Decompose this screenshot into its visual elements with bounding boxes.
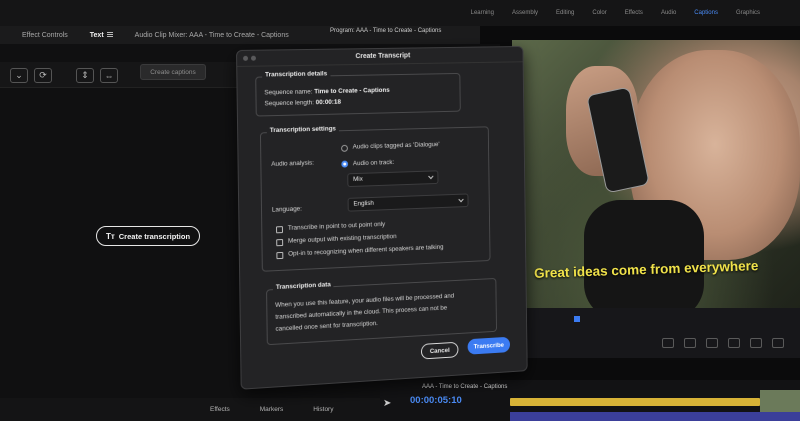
checkbox-merge[interactable] <box>276 239 283 246</box>
check-merge-label[interactable]: Merge output with existing transcription <box>288 233 397 245</box>
workspace-color[interactable]: Color <box>592 10 606 16</box>
checkbox-in-out[interactable] <box>276 226 283 233</box>
monitor-playhead-marker[interactable] <box>574 316 580 322</box>
mark-out-icon[interactable] <box>684 338 696 348</box>
video-glove <box>584 200 704 308</box>
workspace-editing[interactable]: Editing <box>556 10 574 16</box>
panel-menu-icon[interactable] <box>107 32 113 37</box>
dialog-titlebar: Create Transcript <box>237 47 523 67</box>
close-window-icon[interactable] <box>243 56 248 61</box>
step-forward-icon[interactable] <box>750 338 762 348</box>
radio-dialogue[interactable] <box>341 145 348 152</box>
cancel-button[interactable]: Cancel <box>421 342 459 360</box>
option-track-label[interactable]: Audio on track: <box>353 159 394 167</box>
data-group: Transcription data When you use this fea… <box>266 278 497 345</box>
create-transcription-label: Create transcription <box>119 232 190 241</box>
sequence-length-label: Sequence length: <box>264 99 314 107</box>
sequence-length-row: Sequence length: 00:00:18 <box>264 99 341 108</box>
language-select-value: English <box>353 200 373 208</box>
settings-group: Transcription settings Audio analysis: A… <box>260 126 491 271</box>
workspace-effects[interactable]: Effects <box>625 10 643 16</box>
sequence-name-value: Time to Create - Captions <box>314 87 390 95</box>
create-transcript-dialog: Create Transcript Transcription details … <box>236 46 528 390</box>
clip-thumbnail[interactable] <box>760 390 800 412</box>
workspace-captions[interactable]: Captions <box>694 10 718 16</box>
checkbox-speakers[interactable] <box>276 252 283 259</box>
workspace-assembly[interactable]: Assembly <box>512 10 538 16</box>
chevron-down-icon <box>428 174 433 179</box>
workspace-audio[interactable]: Audio <box>661 10 676 16</box>
audio-analysis-label: Audio analysis: <box>271 160 314 168</box>
tab-text-label: Text <box>90 32 104 39</box>
mark-in-icon[interactable] <box>662 338 674 348</box>
track-select-value: Mix <box>353 176 363 183</box>
workspace-learning[interactable]: Learning <box>471 10 494 16</box>
workspace-graphics[interactable]: Graphics <box>736 10 760 16</box>
tab-effects[interactable]: Effects <box>210 406 230 413</box>
track-select[interactable]: Mix <box>347 170 438 187</box>
tab-effect-controls[interactable]: Effect Controls <box>22 32 68 39</box>
workspace-bar: Learning Assembly Editing Color Effects … <box>0 0 800 26</box>
timeline-sequence-name[interactable]: AAA - Time to Create - Captions <box>422 384 507 390</box>
chevron-down-icon[interactable]: ⌄ <box>10 68 28 83</box>
details-group: Transcription details Sequence name: Tim… <box>255 73 461 117</box>
option-dialogue-label[interactable]: Audio clips tagged as 'Dialogue' <box>353 141 440 150</box>
play-icon[interactable] <box>728 338 740 348</box>
create-transcription-button[interactable]: Tт Create transcription <box>96 226 200 246</box>
language-label: Language: <box>272 206 302 214</box>
refresh-icon[interactable]: ⟳ <box>34 68 52 83</box>
tab-text[interactable]: Text <box>90 32 113 39</box>
radio-audio-track[interactable] <box>341 161 348 168</box>
transcription-icon: Tт <box>106 232 115 241</box>
sequence-length-value: 00:00:18 <box>316 99 341 106</box>
caption-track-clip[interactable] <box>510 398 760 406</box>
transcribe-button[interactable]: Transcribe <box>468 337 511 355</box>
chevron-down-icon <box>458 197 463 202</box>
step-back-icon[interactable] <box>706 338 718 348</box>
minimize-window-icon[interactable] <box>251 56 256 61</box>
tab-audio-clip-mixer[interactable]: Audio Clip Mixer: AAA - Time to Create -… <box>135 32 289 39</box>
bottom-tabs: Effects Markers History <box>0 398 380 421</box>
language-select[interactable]: English <box>348 193 469 211</box>
tab-history[interactable]: History <box>313 406 333 413</box>
check-speakers-label[interactable]: Opt-in to recognizing when different spe… <box>288 244 443 258</box>
create-captions-button[interactable]: Create captions <box>140 64 206 80</box>
program-monitor-video: Great ideas come from everywhere <box>512 40 800 308</box>
merge-caption-icon[interactable]: ⇔ <box>100 68 118 83</box>
sequence-name-label: Sequence name: <box>264 88 312 96</box>
dialog-title: Create Transcript <box>237 47 523 67</box>
tab-markers[interactable]: Markers <box>260 406 283 413</box>
settings-heading: Transcription settings <box>267 125 339 134</box>
data-text-line-3: cancelled once sent for transcription. <box>275 320 378 333</box>
split-caption-icon[interactable]: ⇕ <box>76 68 94 83</box>
monitor-controls <box>512 308 800 358</box>
selection-tool-icon[interactable]: ➤ <box>383 398 393 410</box>
sequence-name-row: Sequence name: Time to Create - Captions <box>264 87 389 96</box>
program-monitor-label: Program: AAA - Time to Create - Captions <box>330 28 441 34</box>
check-in-out-label[interactable]: Transcribe in point to out point only <box>288 221 385 232</box>
export-frame-icon[interactable] <box>772 338 784 348</box>
timeline-timecode[interactable]: 00:00:05:10 <box>410 395 462 406</box>
video-track-clip[interactable] <box>510 412 800 421</box>
timeline-panel: ➤ AAA - Time to Create - Captions 00:00:… <box>380 380 800 421</box>
details-heading: Transcription details <box>262 70 330 78</box>
window-controls <box>243 56 256 61</box>
data-heading: Transcription data <box>273 281 334 291</box>
